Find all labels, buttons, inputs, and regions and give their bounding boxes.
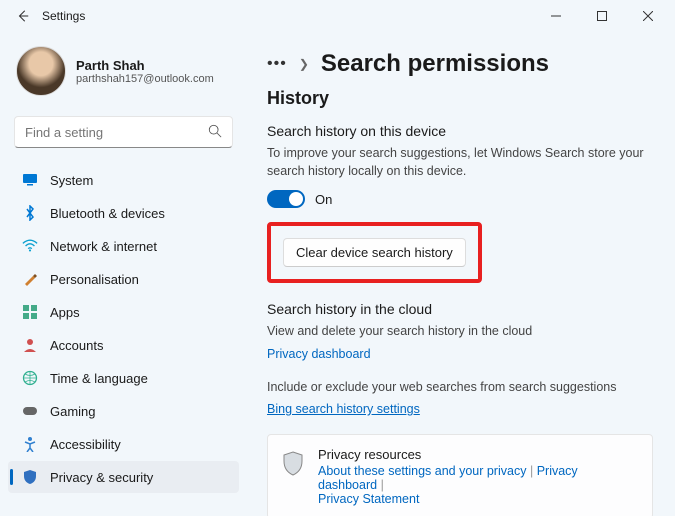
shield-icon bbox=[22, 469, 38, 485]
page-title: Search permissions bbox=[321, 50, 549, 78]
profile-name: Parth Shah bbox=[76, 58, 214, 73]
sidebar-item-label: Privacy & security bbox=[50, 470, 153, 485]
wifi-icon bbox=[22, 238, 38, 254]
maximize-button[interactable] bbox=[579, 1, 625, 31]
display-icon bbox=[22, 172, 38, 188]
sidebar-item-label: Apps bbox=[50, 305, 80, 320]
card-link-about[interactable]: About these settings and your privacy bbox=[318, 464, 526, 478]
search-input-wrap[interactable] bbox=[14, 116, 233, 148]
sidebar-item-label: Network & internet bbox=[50, 239, 157, 254]
window-title: Settings bbox=[42, 9, 533, 23]
minimize-icon bbox=[551, 11, 561, 21]
more-crumb-button[interactable]: ••• bbox=[267, 55, 287, 73]
sidebar-item-label: Personalisation bbox=[50, 272, 139, 287]
device-history-heading: Search history on this device bbox=[267, 123, 653, 139]
breadcrumb: ••• ❯ Search permissions bbox=[267, 50, 653, 78]
minimize-button[interactable] bbox=[533, 1, 579, 31]
device-history-desc: To improve your search suggestions, let … bbox=[267, 145, 653, 180]
close-icon bbox=[643, 11, 653, 21]
shield-icon bbox=[282, 451, 304, 480]
card-link-statement[interactable]: Privacy Statement bbox=[318, 492, 419, 506]
close-button[interactable] bbox=[625, 1, 671, 31]
history-heading: History bbox=[267, 88, 653, 109]
sidebar-item-label: Bluetooth & devices bbox=[50, 206, 165, 221]
cloud-history-desc: View and delete your search history in t… bbox=[267, 323, 653, 341]
sidebar-item-label: Gaming bbox=[50, 404, 96, 419]
sidebar-item-label: Accessibility bbox=[50, 437, 121, 452]
sidebar-item-system[interactable]: System bbox=[8, 164, 239, 196]
bing-history-link[interactable]: Bing search history settings bbox=[267, 402, 420, 416]
privacy-dashboard-link[interactable]: Privacy dashboard bbox=[267, 347, 371, 361]
search-input[interactable] bbox=[25, 125, 208, 140]
search-icon bbox=[208, 124, 222, 141]
history-toggle[interactable] bbox=[267, 190, 305, 208]
person-icon bbox=[22, 337, 38, 353]
clock-globe-icon bbox=[22, 370, 38, 386]
card-title: Privacy resources bbox=[318, 447, 638, 462]
maximize-icon bbox=[597, 11, 607, 21]
sidebar-item-personalisation[interactable]: Personalisation bbox=[8, 263, 239, 295]
highlight-box: Clear device search history bbox=[267, 222, 482, 283]
sidebar-item-label: Accounts bbox=[50, 338, 103, 353]
sidebar-item-time[interactable]: Time & language bbox=[8, 362, 239, 394]
sidebar-item-gaming[interactable]: Gaming bbox=[8, 395, 239, 427]
profile-email: parthshah157@outlook.com bbox=[76, 73, 214, 85]
gamepad-icon bbox=[22, 403, 38, 419]
sidebar-item-privacy[interactable]: Privacy & security bbox=[8, 461, 239, 493]
sidebar-item-bluetooth[interactable]: Bluetooth & devices bbox=[8, 197, 239, 229]
sidebar-item-apps[interactable]: Apps bbox=[8, 296, 239, 328]
profile-block[interactable]: Parth Shah parthshah157@outlook.com bbox=[8, 40, 239, 110]
include-exclude-desc: Include or exclude your web searches fro… bbox=[267, 379, 653, 397]
chevron-right-icon: ❯ bbox=[299, 57, 309, 71]
apps-icon bbox=[22, 304, 38, 320]
bluetooth-icon bbox=[22, 205, 38, 221]
back-button[interactable] bbox=[12, 5, 34, 27]
main-content: ••• ❯ Search permissions History Search … bbox=[245, 32, 675, 516]
sidebar-item-label: Time & language bbox=[50, 371, 148, 386]
toggle-state-label: On bbox=[315, 192, 332, 207]
accessibility-icon bbox=[22, 436, 38, 452]
clear-history-button[interactable]: Clear device search history bbox=[283, 238, 466, 267]
sidebar-item-network[interactable]: Network & internet bbox=[8, 230, 239, 262]
avatar bbox=[16, 46, 66, 96]
cloud-history-heading: Search history in the cloud bbox=[267, 301, 653, 317]
sidebar-item-label: System bbox=[50, 173, 93, 188]
sidebar-item-accounts[interactable]: Accounts bbox=[8, 329, 239, 361]
arrow-left-icon bbox=[16, 9, 30, 23]
titlebar: Settings bbox=[0, 0, 675, 32]
sidebar-item-accessibility[interactable]: Accessibility bbox=[8, 428, 239, 460]
sidebar: Parth Shah parthshah157@outlook.com Syst… bbox=[0, 32, 245, 516]
privacy-resources-card: Privacy resources About these settings a… bbox=[267, 434, 653, 516]
paint-icon bbox=[22, 271, 38, 287]
